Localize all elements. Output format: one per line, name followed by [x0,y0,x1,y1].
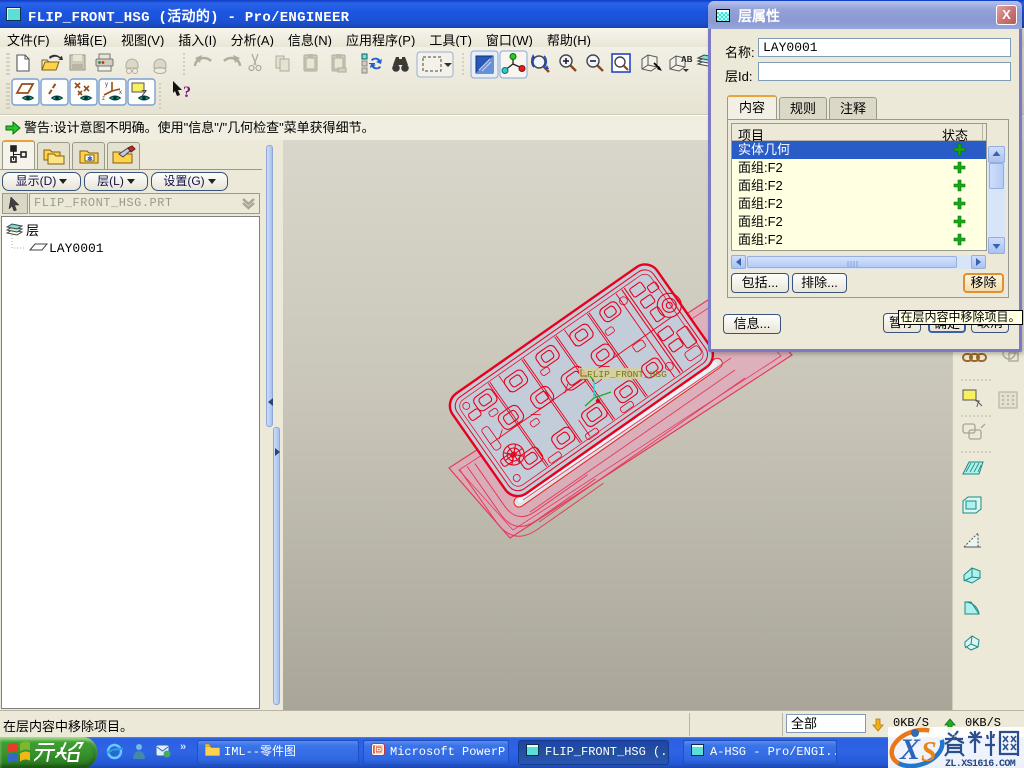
svg-text:7: 7 [975,399,980,409]
svg-text:✱: ✱ [87,155,93,163]
svg-text:ZL.XS1616.COM: ZL.XS1616.COM [945,759,1016,768]
svg-text:回: 回 [374,745,383,756]
svg-text:e: e [111,745,117,759]
svg-text:z: z [102,96,105,102]
svg-text:y: y [105,82,108,88]
svg-text:S: S [921,737,937,768]
svg-text:x: x [119,90,122,96]
svg-text:?: ? [183,84,191,101]
svg-text:FLIP_FRONT_HSG: FLIP_FRONT_HSG [587,369,667,380]
svg-text:X: X [899,733,921,766]
svg-text:AB: AB [681,55,693,64]
